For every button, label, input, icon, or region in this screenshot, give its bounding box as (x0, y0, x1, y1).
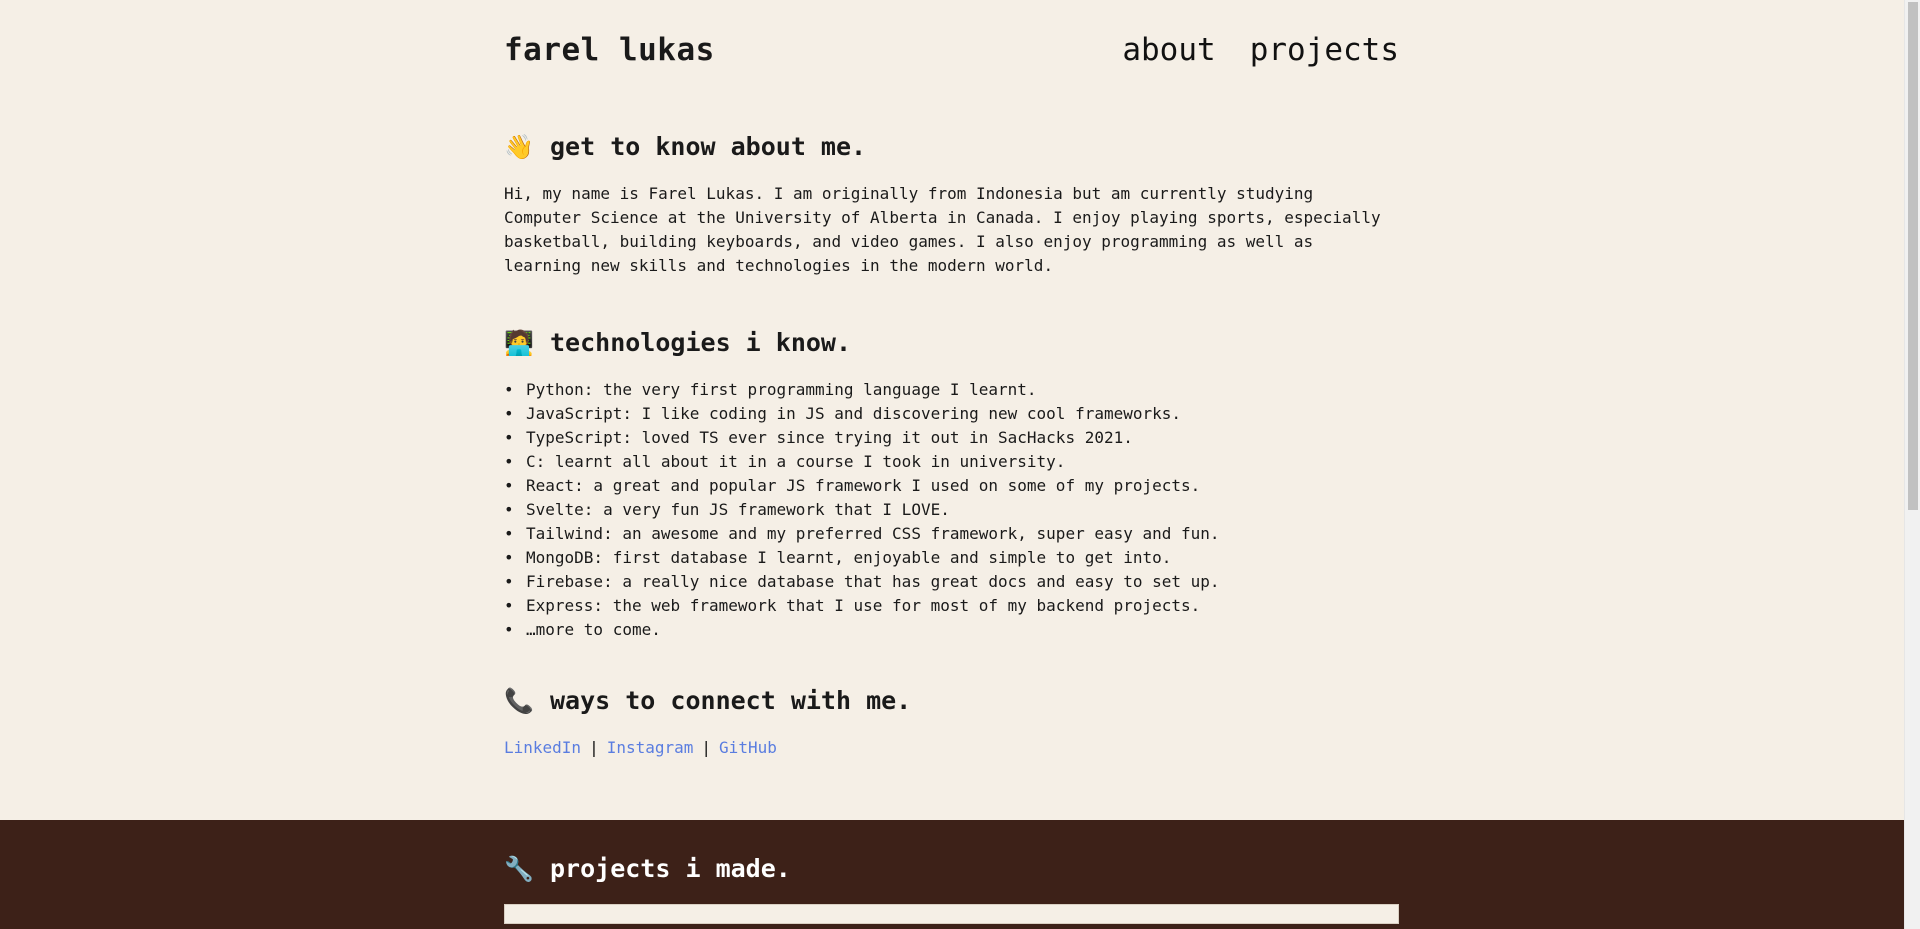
technologies-section: 🧑‍💻 technologies i know. Python: the ver… (504, 278, 1399, 642)
list-item: MongoDB: first database I learnt, enjoya… (504, 546, 1399, 570)
scrollbar-thumb[interactable] (1908, 2, 1918, 510)
list-item: Svelte: a very fun JS framework that I L… (504, 498, 1399, 522)
nav-link-projects[interactable]: projects (1250, 30, 1399, 70)
link-separator: | (701, 738, 712, 757)
list-item: JavaScript: I like coding in JS and disc… (504, 402, 1399, 426)
connect-heading: 📞 ways to connect with me. (504, 684, 1399, 718)
list-item: Firebase: a really nice database that ha… (504, 570, 1399, 594)
projects-heading-text: projects i made. (550, 854, 791, 883)
list-item: React: a great and popular JS framework … (504, 474, 1399, 498)
github-link[interactable]: GitHub (719, 738, 777, 757)
connect-links: LinkedIn | Instagram | GitHub (504, 736, 1399, 760)
list-item: C: learnt all about it in a course I too… (504, 450, 1399, 474)
page: farel lukas about projects 👋 get to know… (0, 0, 1904, 929)
nav-link-about[interactable]: about (1122, 30, 1215, 70)
about-heading: 👋 get to know about me. (504, 130, 1399, 164)
about-paragraph: Hi, my name is Farel Lukas. I am origina… (504, 184, 1381, 275)
vertical-scrollbar[interactable] (1904, 0, 1920, 929)
technologies-heading-text: technologies i know. (550, 328, 852, 357)
list-item: TypeScript: loved TS ever since trying i… (504, 426, 1399, 450)
technologies-heading: 🧑‍💻 technologies i know. (504, 326, 1399, 360)
list-item: …more to come. (504, 618, 1399, 642)
site-header: farel lukas about projects (504, 0, 1399, 100)
instagram-link[interactable]: Instagram (607, 738, 694, 757)
project-card[interactable] (504, 904, 1399, 924)
projects-heading: 🔧 projects i made. (504, 852, 1399, 886)
main-container: farel lukas about projects 👋 get to know… (504, 0, 1399, 760)
linkedin-link[interactable]: LinkedIn (504, 738, 581, 757)
site-title[interactable]: farel lukas (504, 30, 715, 70)
technologist-icon: 🧑‍💻 (504, 329, 534, 357)
wrench-icon: 🔧 (504, 855, 534, 883)
about-section: 👋 get to know about me. Hi, my name is F… (504, 100, 1399, 278)
connect-heading-text: ways to connect with me. (550, 686, 912, 715)
connect-section: 📞 ways to connect with me. LinkedIn | Inst… (504, 642, 1399, 760)
top-nav: about projects (1122, 30, 1399, 70)
list-item: Express: the web framework that I use fo… (504, 594, 1399, 618)
technologies-list: Python: the very first programming langu… (504, 378, 1399, 642)
link-separator: | (589, 738, 599, 757)
telephone-icon: 📞 (504, 687, 534, 715)
list-item: Tailwind: an awesome and my preferred CS… (504, 522, 1399, 546)
projects-section: 🔧 projects i made. (0, 820, 1904, 929)
projects-container: 🔧 projects i made. (504, 820, 1399, 924)
about-heading-text: get to know about me. (550, 132, 867, 161)
list-item: Python: the very first programming langu… (504, 378, 1399, 402)
waving-hand-icon: 👋 (504, 133, 534, 161)
